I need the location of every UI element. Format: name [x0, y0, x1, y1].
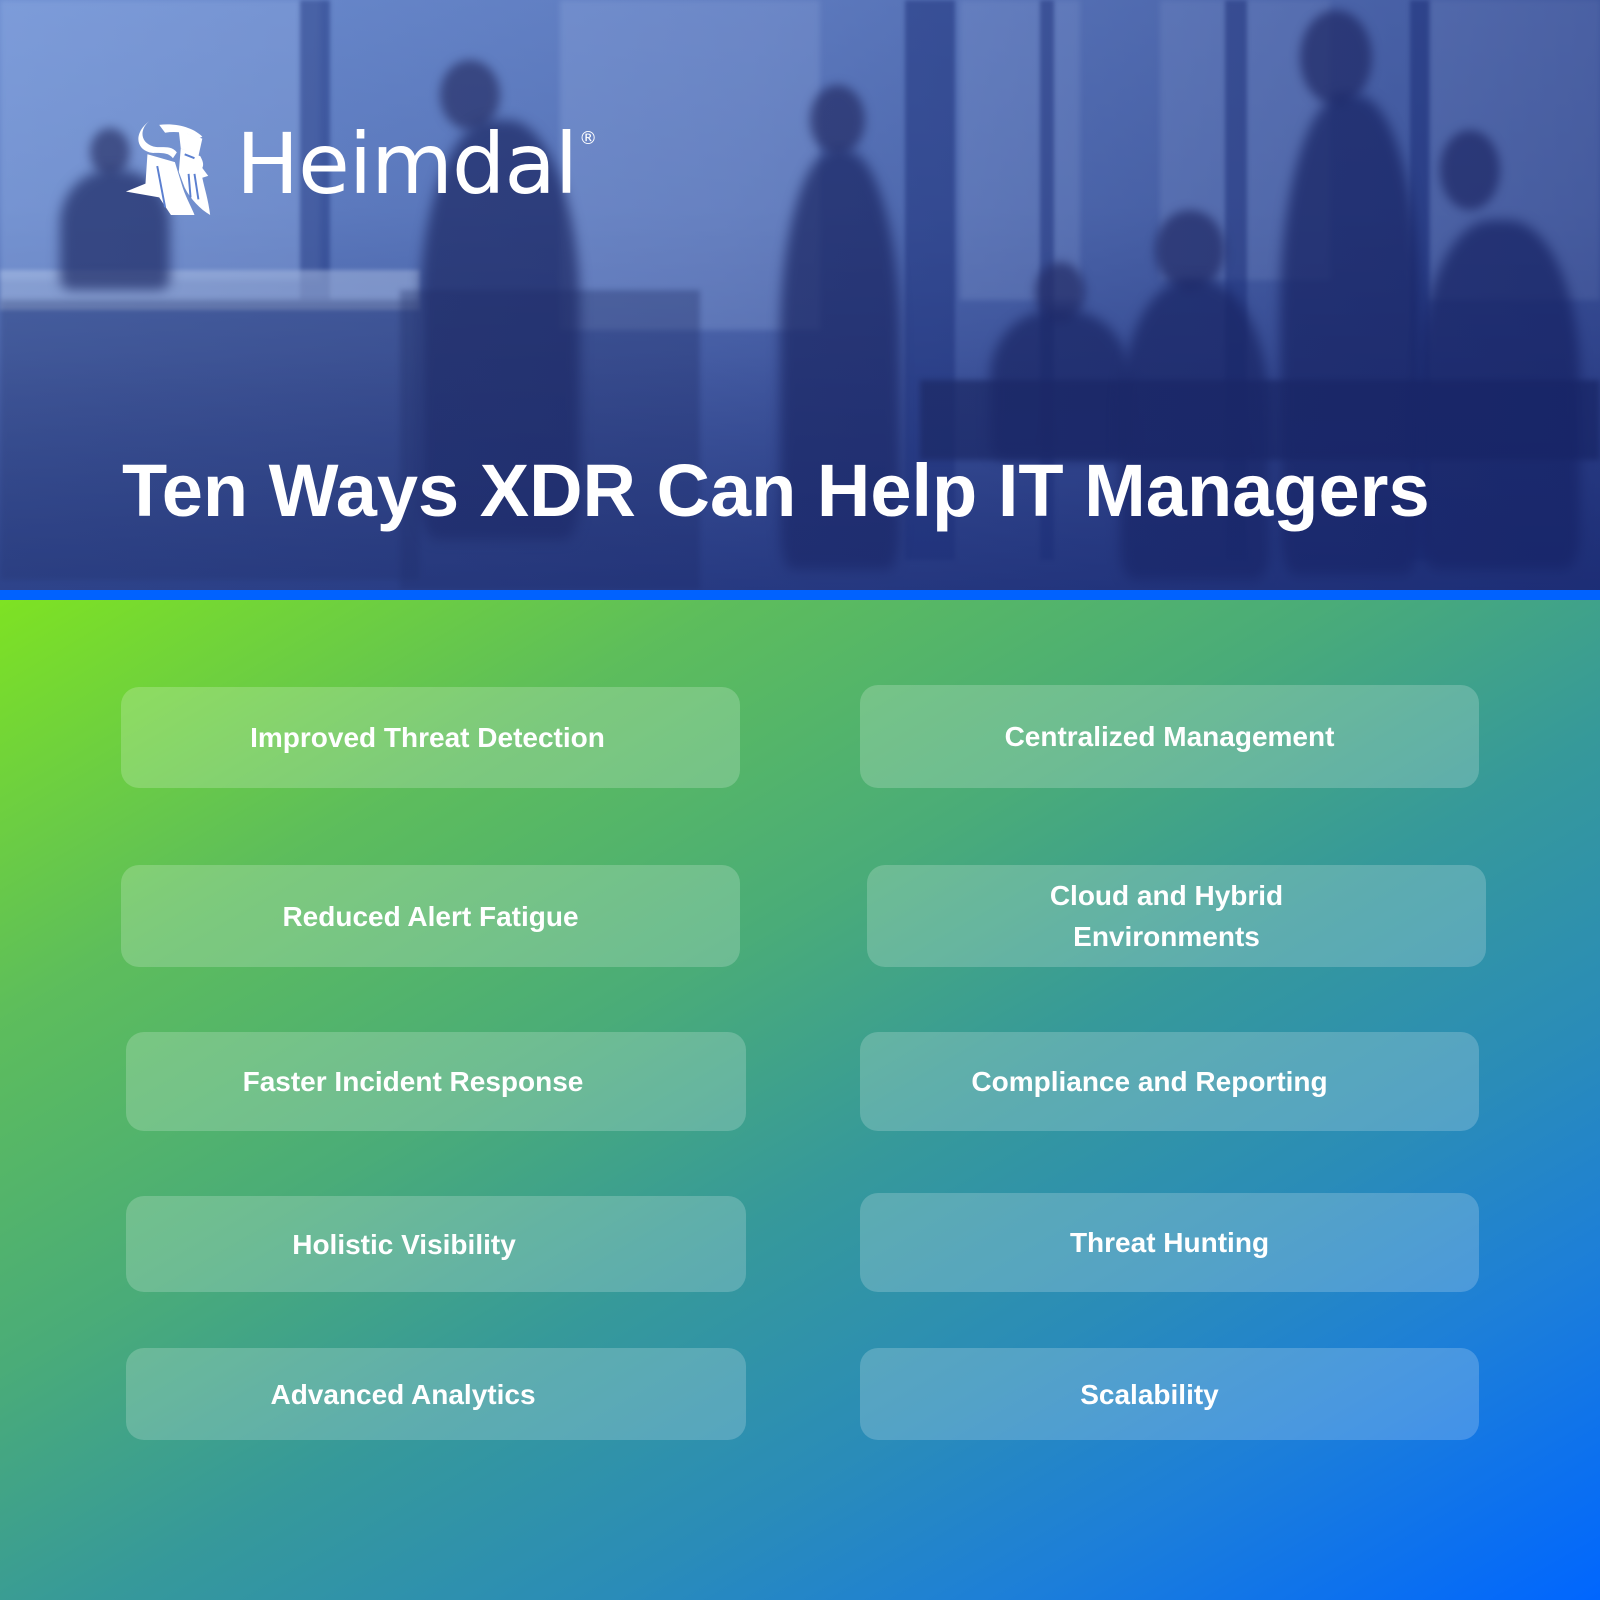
benefit-label: Reduced Alert Fatigue — [282, 900, 579, 932]
registered-mark: ® — [579, 127, 598, 149]
benefit-card-centralized-management: Centralized Management — [860, 685, 1479, 788]
benefit-label-line: Environments — [1073, 921, 1260, 952]
benefit-label-multiline: Cloud and Hybrid Environments — [1050, 875, 1283, 957]
benefit-label: Compliance and Reporting — [971, 1066, 1328, 1097]
benefit-card-threat-hunting: Threat Hunting — [860, 1193, 1479, 1292]
benefit-label: Improved Threat Detection — [250, 722, 605, 753]
benefit-card-advanced-analytics: Advanced Analytics — [126, 1348, 746, 1440]
benefit-label: Scalability — [1080, 1378, 1219, 1410]
benefit-card-faster-incident-response: Faster Incident Response — [126, 1032, 746, 1131]
benefit-card-holistic-visibility: Holistic Visibility — [126, 1196, 746, 1292]
viking-head-icon — [125, 120, 211, 216]
benefit-label: Centralized Management — [1004, 721, 1335, 752]
benefit-label: Advanced Analytics — [270, 1378, 536, 1410]
brand-wordmark: Heimdal — [236, 115, 578, 213]
benefit-card-compliance-and-reporting: Compliance and Reporting — [860, 1032, 1479, 1131]
benefit-label: Threat Hunting — [1069, 1227, 1270, 1258]
heimdal-logo: Heimdal ® — [120, 118, 597, 218]
benefit-card-cloud-and-hybrid: Cloud and Hybrid Environments — [867, 865, 1486, 967]
page-title: Ten Ways XDR Can Help IT Managers — [122, 449, 1430, 532]
benefit-label-line: Cloud and Hybrid — [1049, 880, 1284, 911]
benefit-label: Holistic Visibility — [292, 1228, 516, 1260]
benefit-card-reduced-alert-fatigue: Reduced Alert Fatigue — [121, 865, 740, 967]
hero-banner: Heimdal ® Ten Ways XDR Can Help IT Manag… — [0, 0, 1600, 590]
benefit-label: Faster Incident Response — [242, 1066, 584, 1097]
benefit-card-improved-threat-detection: Improved Threat Detection — [121, 687, 740, 788]
accent-stripe — [0, 590, 1600, 600]
benefit-card-scalability: Scalability — [860, 1348, 1479, 1440]
